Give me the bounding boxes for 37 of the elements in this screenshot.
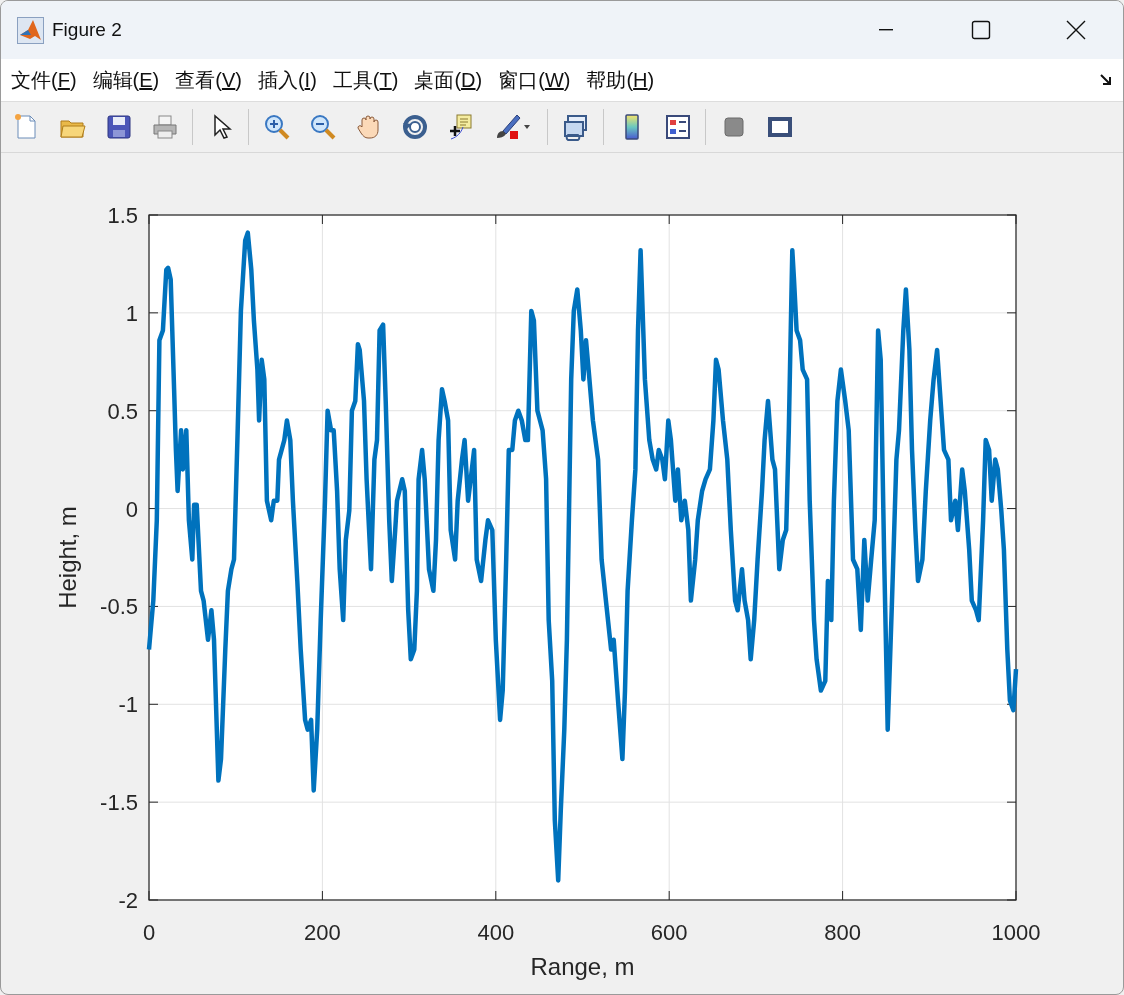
tick-label: 200 [304, 920, 341, 945]
tick-label: 400 [477, 920, 515, 945]
dock-arrow-icon[interactable] [1099, 73, 1113, 87]
axis-title: Range, m [530, 953, 635, 980]
menu-item[interactable]: 工具(T) [331, 64, 400, 96]
close-icon [1065, 20, 1086, 40]
tick-label: 0 [142, 920, 156, 945]
tick-label: 1.5 [107, 203, 138, 228]
menu-item[interactable]: 插入(I) [256, 64, 318, 96]
tick-label: -2 [118, 888, 138, 913]
tick-label: 1 [125, 300, 138, 326]
menu-item[interactable]: 窗口(W) [497, 64, 572, 96]
zoom-in-icon [262, 113, 291, 141]
tick-label: 0.5 [107, 398, 138, 424]
axis-title: Height, m [54, 506, 81, 609]
zoom-out-icon [308, 113, 337, 141]
tick-label: -1 [118, 692, 138, 718]
menu-item[interactable]: 文件(F) [10, 64, 78, 96]
tick-label: -0.5 [100, 594, 138, 620]
tick-label: -1.5 [100, 790, 138, 816]
minimize-icon [878, 29, 893, 31]
rotate-icon [400, 113, 429, 141]
menu-item[interactable]: 编辑(E) [91, 64, 161, 96]
printer-icon [150, 113, 179, 141]
window-title: Figure 2 [52, 19, 122, 41]
tick-label: 1000 [991, 920, 1041, 945]
menu-item[interactable]: 桌面(D) [413, 64, 484, 96]
tick-label: 800 [824, 920, 861, 945]
app-icon [17, 16, 44, 44]
legend-icon [663, 113, 692, 141]
menu-item[interactable]: 查看(V) [174, 64, 243, 96]
tick-label: 600 [650, 920, 688, 945]
linked-windows-icon [561, 113, 590, 141]
menu-item[interactable]: 帮助(H) [585, 64, 656, 96]
maximize-icon [970, 20, 991, 40]
tick-label: 0 [125, 496, 138, 522]
save-icon [104, 113, 133, 141]
